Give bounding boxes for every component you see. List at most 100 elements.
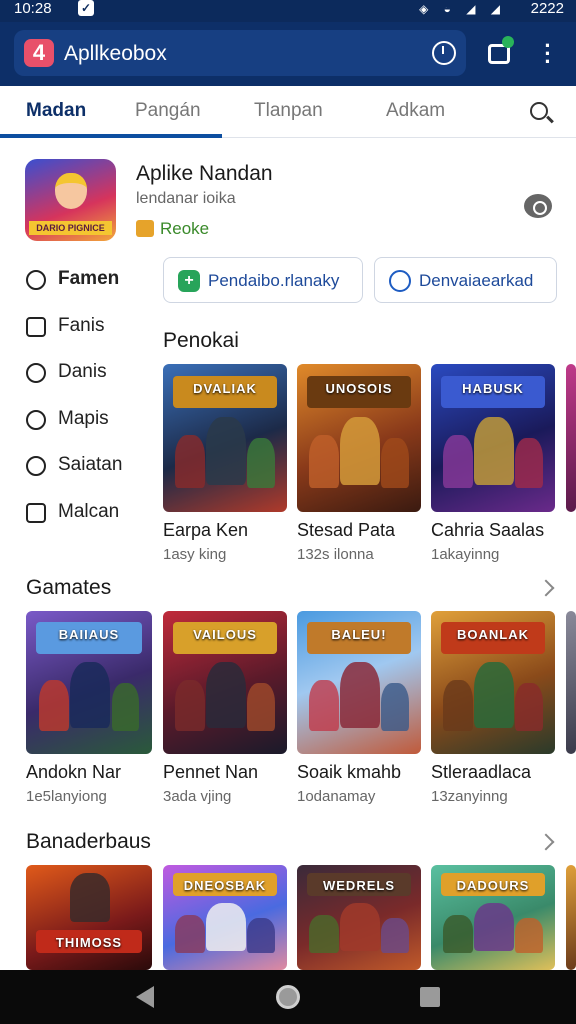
app-card-banner: WEDRELS xyxy=(306,873,412,897)
comment-icon[interactable] xyxy=(524,194,552,218)
character-figure xyxy=(443,435,474,489)
check-icon: ✓ xyxy=(78,0,94,16)
app-card-art: DADOURS xyxy=(431,865,555,970)
tab-indicator xyxy=(0,134,222,138)
chevron-right-icon[interactable] xyxy=(537,579,555,597)
app-card-meta: 3ada vjing xyxy=(163,788,232,805)
app-card-meta: 1e5lanyiong xyxy=(26,788,107,805)
side-item-label: Malcan xyxy=(58,501,120,522)
side-item-saiatan[interactable]: Saiatan xyxy=(26,452,156,482)
home-icon[interactable] xyxy=(276,985,300,1009)
featured-icon-label: DARIO PIGNICE xyxy=(29,221,112,235)
app-card-banner: DADOURS xyxy=(440,873,546,897)
chip-label: Pendaibo.rlanaky xyxy=(208,271,340,290)
tab-adkam[interactable]: Adkam xyxy=(386,100,445,122)
character-figure xyxy=(381,438,409,489)
person-icon xyxy=(26,456,46,476)
character-figure xyxy=(206,662,247,729)
app-card-art: VAILOUS xyxy=(163,611,287,754)
character-figure xyxy=(515,438,543,489)
app-card-banner: BOANLAK xyxy=(440,622,546,654)
pencil-icon xyxy=(26,270,46,290)
side-item-mapis[interactable]: Mapis xyxy=(26,406,156,436)
app-card-banner: DVALIAK xyxy=(172,375,278,409)
side-item-fanis[interactable]: Fanis xyxy=(26,313,156,343)
app-card-meta: 1odanamay xyxy=(297,788,376,805)
character-figure xyxy=(70,662,111,729)
window-icon xyxy=(26,503,46,523)
more-options-icon[interactable]: · · · xyxy=(538,35,558,73)
side-item-danis[interactable]: Danis xyxy=(26,359,156,389)
app-card-banner: DNEOSBAK xyxy=(172,873,278,897)
character-figure xyxy=(381,917,409,954)
app-card-partial[interactable] xyxy=(566,611,576,754)
app-card-banner: THIMOSS xyxy=(36,930,142,954)
app-card-banner: BAIIAUS xyxy=(36,622,142,654)
app-card[interactable]: HABUSK Cahria Saalas 1akayinng xyxy=(431,364,555,564)
status-right: 2222 xyxy=(530,0,564,17)
character-figure xyxy=(340,662,381,729)
featured-app-icon[interactable]: DARIO PIGNICE xyxy=(25,159,116,241)
character-figure xyxy=(175,915,206,954)
side-item-famen[interactable]: Famen xyxy=(26,266,156,296)
app-card[interactable]: UNOSOIS Stesad Pata 132s ilonna xyxy=(297,364,421,564)
app-card-art: HABUSK xyxy=(431,364,555,512)
app-card[interactable]: DNEOSBAK xyxy=(163,865,287,970)
app-card-partial[interactable] xyxy=(566,865,576,970)
section-title-penokai: Penokai xyxy=(163,329,239,352)
app-card-art xyxy=(566,364,576,512)
character-figure xyxy=(309,679,340,732)
history-clock-icon[interactable] xyxy=(432,41,456,65)
app-search-bar[interactable]: 4 Apllkeobox xyxy=(14,30,466,76)
user-search-icon xyxy=(26,363,46,383)
app-card-banner: UNOSOIS xyxy=(306,375,412,409)
character-figure xyxy=(443,915,474,954)
signal-icons: ◈ ◒ ◢ ◢ xyxy=(419,2,506,16)
chevron-right-icon[interactable] xyxy=(537,833,555,851)
character-figure xyxy=(38,679,69,732)
section-title-gamates: Gamates xyxy=(26,576,112,599)
character-figure xyxy=(70,873,111,922)
recent-apps-icon[interactable] xyxy=(420,987,440,1007)
app-card-art: DNEOSBAK xyxy=(163,865,287,970)
side-item-malcan[interactable]: Malcan xyxy=(26,499,156,529)
status-bar: 10:28 ✓ ◈ ◒ ◢ ◢ 2222 xyxy=(0,0,576,22)
app-card[interactable]: WEDRELS xyxy=(297,865,421,970)
back-icon[interactable] xyxy=(136,986,154,1008)
chip-pendaibo[interactable]: + Pendaibo.rlanaky xyxy=(163,257,363,303)
app-card[interactable]: DADOURS xyxy=(431,865,555,970)
app-card-art: BAIIAUS xyxy=(26,611,152,754)
app-card-name: Stleraadlaca xyxy=(431,762,532,782)
featured-app-tag: Reoke xyxy=(160,219,210,238)
search-icon[interactable] xyxy=(530,102,548,120)
app-card[interactable]: VAILOUS Pennet Nan 3ada vjing xyxy=(163,611,287,811)
app-card-art: BALEU! xyxy=(297,611,421,754)
character-figure xyxy=(515,682,543,732)
tab-tlanpan[interactable]: Tlanpan xyxy=(254,100,323,122)
app-card[interactable]: BOANLAK Stleraadlaca 13zanyinng xyxy=(431,611,555,811)
notification-dot xyxy=(502,36,514,48)
featured-app-title[interactable]: Aplike Nandan xyxy=(136,162,273,186)
app-card[interactable]: THIMOSS xyxy=(26,865,152,970)
add-square-icon: + xyxy=(178,270,200,292)
tab-madan[interactable]: Madan xyxy=(26,100,86,122)
app-card-art: WEDRELS xyxy=(297,865,421,970)
app-card-partial[interactable] xyxy=(566,364,576,512)
app-card-banner: VAILOUS xyxy=(172,622,278,654)
featured-app-subtitle: lendanar ioika xyxy=(136,190,236,207)
side-item-label: Famen xyxy=(58,268,120,289)
app-card-art xyxy=(566,865,576,970)
app-card[interactable]: BALEU! Soaik kmahb 1odanamay xyxy=(297,611,421,811)
clock-icon xyxy=(26,410,46,430)
tab-pangan[interactable]: Pangán xyxy=(135,100,201,122)
app-card[interactable]: DVALIAK Earpa Ken 1asy king xyxy=(163,364,287,564)
character-figure xyxy=(175,435,206,489)
app-card[interactable]: BAIIAUS Andokn Nar 1e5lanyiong xyxy=(26,611,152,811)
chip-denvaiaearkad[interactable]: Denvaiaearkad xyxy=(374,257,557,303)
app-card-name: Stesad Pata xyxy=(297,520,396,540)
character-figure xyxy=(515,917,543,954)
character-figure xyxy=(175,679,206,732)
character-figure xyxy=(474,662,515,729)
app-card-name: Earpa Ken xyxy=(163,520,249,540)
character-figure xyxy=(443,679,474,732)
